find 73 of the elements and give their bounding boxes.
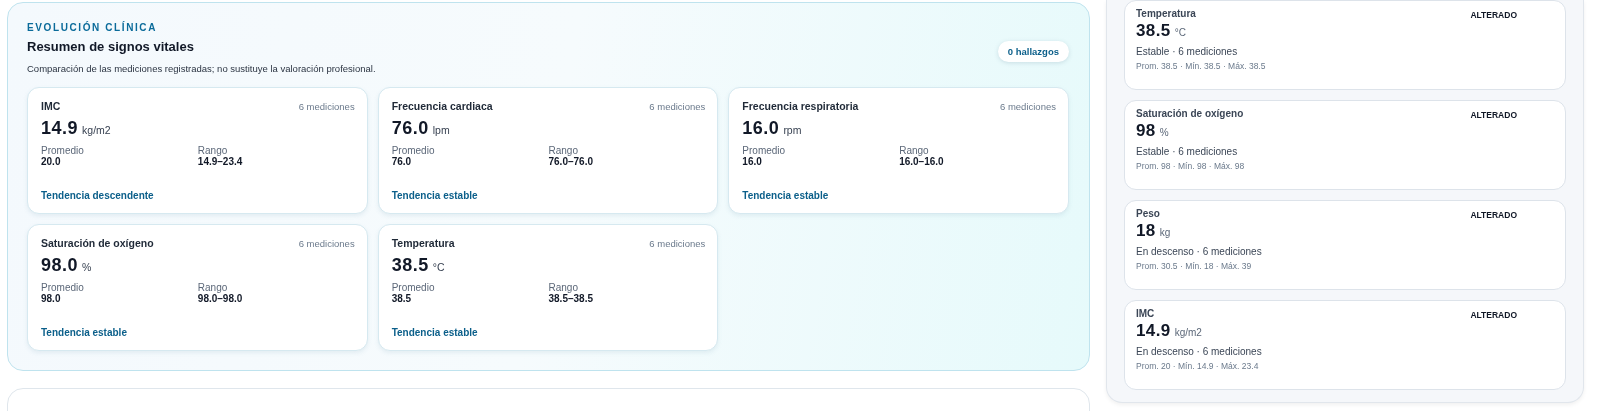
measurement-count: 6 mediciones xyxy=(649,100,706,112)
vital-unit: rpm xyxy=(783,124,802,136)
stats-text: Prom. 30.5 · Mín. 18 · Máx. 39 xyxy=(1136,261,1253,271)
measurement-count: 6 mediciones xyxy=(298,100,355,112)
vital-value: 76.0 xyxy=(391,118,429,139)
vital-value: 98.0 xyxy=(41,255,79,276)
stats-text: Prom. 98 · Mín. 98 · Máx. 98 xyxy=(1136,161,1246,171)
trend-text: Tendencia descendente xyxy=(41,190,155,201)
status-label: ALTERADO xyxy=(1470,310,1517,320)
vital-name: Saturación de oxígeno xyxy=(41,237,154,249)
average-value: 20.0 xyxy=(41,156,62,167)
vital-name: Frecuencia cardiaca xyxy=(391,100,493,112)
range-value: 76.0–76.0 xyxy=(548,156,594,167)
range-label: Rango xyxy=(899,145,929,156)
average-label: Promedio xyxy=(742,145,787,156)
vital-name: IMC xyxy=(41,100,61,112)
trend-text: Estable · 6 mediciones xyxy=(1136,146,1239,157)
vital-unit: % xyxy=(1159,127,1169,138)
range-value: 14.9–23.4 xyxy=(197,156,244,167)
range-value: 98.0–98.0 xyxy=(197,293,244,304)
trend-text: Tendencia estable xyxy=(742,190,830,201)
range-label: Rango xyxy=(197,145,228,156)
stats-text: Prom. 20 · Mín. 14.9 · Máx. 23.4 xyxy=(1136,361,1260,371)
range-label: Rango xyxy=(548,282,578,293)
trend-text: Tendencia estable xyxy=(391,327,479,338)
section-subtitle: Comparación de las mediciones registradas; no sustituye la valoración profesional. xyxy=(27,63,376,74)
status-label: ALTERADO xyxy=(1470,110,1517,120)
trend-text: Tendencia estable xyxy=(41,327,128,338)
vital-unit: % xyxy=(82,261,92,273)
vital-name: Frecuencia respiratoria xyxy=(742,100,859,112)
average-label: Promedio xyxy=(391,145,436,156)
average-value: 16.0 xyxy=(742,156,763,167)
status-label: ALTERADO xyxy=(1470,10,1517,20)
vital-value: 14.9 xyxy=(41,118,79,139)
range-label: Rango xyxy=(548,145,579,156)
trend-text: Tendencia estable xyxy=(391,190,479,201)
average-value: 98.0 xyxy=(41,293,62,304)
vital-value: 98 xyxy=(1136,121,1156,141)
vital-name: Temperatura xyxy=(391,237,455,249)
vital-unit: °C xyxy=(432,261,445,273)
trend-text: En descenso · 6 mediciones xyxy=(1136,346,1263,357)
trend-text: En descenso · 6 mediciones xyxy=(1136,246,1263,257)
average-value: 76.0 xyxy=(391,156,413,167)
range-label: Rango xyxy=(197,282,228,293)
measurement-count: 6 mediciones xyxy=(1000,100,1056,112)
vital-unit: kg xyxy=(1159,227,1171,238)
findings-badge: 0 hallazgos xyxy=(997,41,1069,62)
section-eyebrow: EVOLUCIÓN CLÍNICA xyxy=(27,22,158,33)
average-value: 38.5 xyxy=(391,293,413,304)
status-label: ALTERADO xyxy=(1470,210,1517,220)
vital-unit: kg/m2 xyxy=(82,124,111,136)
vital-unit: lpm xyxy=(432,124,450,136)
vital-unit: °C xyxy=(1174,27,1186,38)
trend-text: Estable · 6 mediciones xyxy=(1136,46,1239,57)
vital-value: 38.5 xyxy=(1136,21,1171,41)
vital-value: 38.5 xyxy=(391,255,429,276)
vital-value: 14.9 xyxy=(1136,321,1171,341)
vital-name: Peso xyxy=(1136,208,1160,219)
range-value: 38.5–38.5 xyxy=(548,293,594,304)
average-label: Promedio xyxy=(391,282,436,293)
vital-name: IMC xyxy=(1136,308,1155,319)
range-value: 16.0–16.0 xyxy=(899,156,945,167)
vital-value: 16.0 xyxy=(742,118,780,139)
vital-name: Temperatura xyxy=(1136,8,1196,19)
measurement-count: 6 mediciones xyxy=(649,237,706,249)
vital-unit: kg/m2 xyxy=(1174,327,1202,338)
section-title: Resumen de signos vitales xyxy=(27,39,195,54)
measurement-count: 6 mediciones xyxy=(298,237,355,249)
vital-value: 18 xyxy=(1136,221,1156,241)
average-label: Promedio xyxy=(41,282,85,293)
vital-name: Saturación de oxígeno xyxy=(1136,108,1244,119)
stats-text: Prom. 38.5 · Mín. 38.5 · Máx. 38.5 xyxy=(1136,61,1267,71)
average-label: Promedio xyxy=(41,145,85,156)
